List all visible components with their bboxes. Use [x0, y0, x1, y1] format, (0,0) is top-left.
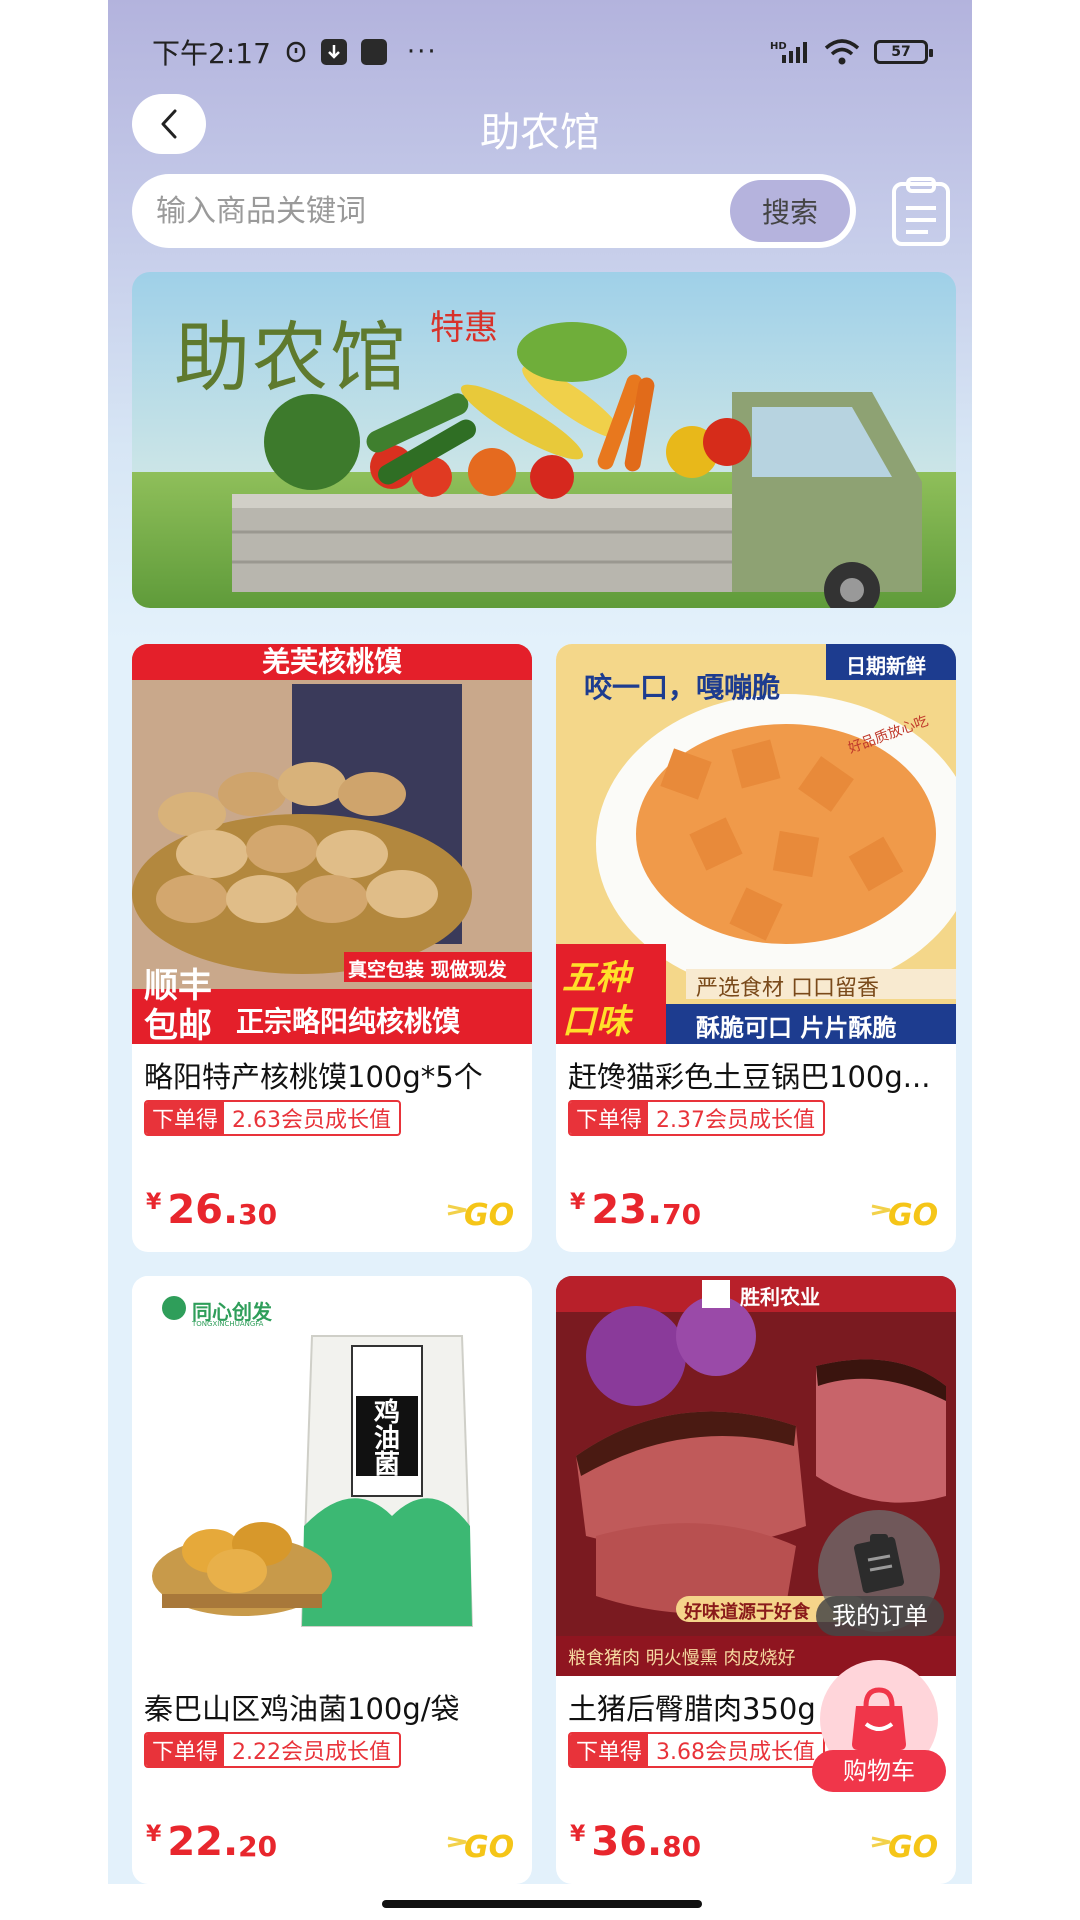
product-name: 略阳特产核桃馍100g*5个: [144, 1060, 483, 1094]
growth-badge: 下单得 2.63会员成长值: [144, 1100, 402, 1136]
image-caption-line-1: 严选食材 口口留香: [696, 976, 879, 1001]
image-caption-headline: 咬一口，嘎嘣脆: [584, 671, 781, 704]
svg-text:GO: GO: [464, 1830, 514, 1864]
more-notifications-icon: ···: [406, 37, 438, 67]
product-price: ¥ 22. 20: [146, 1820, 277, 1864]
product-price: ¥ 23. 70: [570, 1188, 701, 1232]
my-orders-label[interactable]: 我的订单: [816, 1596, 944, 1636]
image-caption-corner: 日期新鲜: [846, 654, 926, 678]
product-name: 赶馋猫彩色土豆锅巴100g...: [568, 1060, 931, 1094]
price-integer: 26.: [167, 1187, 239, 1233]
status-time: 下午2:17: [152, 37, 271, 70]
svg-text:GO: GO: [464, 1198, 514, 1232]
app-notification-icon: [360, 39, 387, 65]
wifi-icon: [824, 39, 860, 65]
growth-badge: 下单得 3.68会员成长值: [568, 1732, 826, 1768]
home-indicator[interactable]: [382, 1900, 702, 1908]
cart-label[interactable]: 购物车: [812, 1750, 946, 1792]
go-icon[interactable]: GO: [446, 1824, 522, 1864]
growth-badge: 下单得 2.22会员成长值: [144, 1732, 402, 1768]
go-icon[interactable]: GO: [870, 1824, 946, 1864]
image-caption-flavor-1: 五种: [562, 958, 630, 998]
product-price: ¥ 36. 80: [570, 1820, 701, 1864]
product-name: 秦巴山区鸡油菌100g/袋: [144, 1692, 460, 1726]
price-integer: 23.: [591, 1187, 663, 1233]
go-icon[interactable]: GO: [446, 1192, 522, 1232]
image-caption-ribbon: 好味道源于好食: [684, 1602, 810, 1623]
price-integer: 22.: [167, 1819, 239, 1865]
status-bar: 下午2:17 ··· HD 57: [152, 30, 933, 74]
left-letterbox: [0, 0, 108, 1920]
image-caption-bottom: 粮食猪肉 明火慢熏 肉皮烧好: [568, 1648, 796, 1669]
alarm-icon: [285, 37, 307, 67]
growth-tag: 下单得: [570, 1102, 649, 1134]
price-symbol: ¥: [146, 1190, 162, 1215]
cellular-signal-icon: HD: [770, 41, 807, 63]
promo-banner[interactable]: 助农馆 特惠: [132, 272, 956, 608]
search-input[interactable]: [156, 174, 656, 248]
image-caption-top: 羌芙核桃馍: [261, 645, 402, 678]
image-caption-flavor-2: 口味: [562, 1002, 630, 1042]
svg-text:GO: GO: [888, 1830, 938, 1864]
download-icon: [320, 39, 347, 65]
image-caption-bag: 鸡油菌: [373, 1398, 400, 1480]
product-card[interactable]: 羌芙核桃馍 真空包装 现做现发 顺丰 包邮 正宗略阳纯核桃馍 略阳特产核桃馍10…: [132, 644, 532, 1252]
growth-value: 2.63会员成长值: [232, 1108, 392, 1133]
svg-text:HD: HD: [770, 41, 787, 52]
growth-value: 3.68会员成长值: [656, 1740, 816, 1765]
price-symbol: ¥: [570, 1822, 586, 1847]
banner-subtitle: 特惠: [430, 308, 498, 348]
growth-tag: 下单得: [570, 1734, 649, 1766]
growth-tag: 下单得: [146, 1734, 225, 1766]
image-caption-shipping-2: 包邮: [144, 1006, 212, 1044]
price-integer: 36.: [591, 1819, 663, 1865]
product-card[interactable]: 同心创发 TONGXINCHUANGFA 鸡油菌 秦巴山区鸡油菌100g/袋 下…: [132, 1276, 532, 1884]
svg-text:GO: GO: [888, 1198, 938, 1232]
image-caption-line-2: 酥脆可口 片片酥脆: [696, 1014, 897, 1042]
right-letterbox: [972, 0, 1080, 1920]
battery-icon: 57: [874, 40, 933, 64]
search-bar: 搜索: [132, 174, 856, 248]
price-symbol: ¥: [146, 1822, 162, 1847]
price-symbol: ¥: [570, 1190, 586, 1215]
price-decimal: 30: [238, 1198, 278, 1231]
image-caption-brand-en: TONGXINCHUANGFA: [192, 1320, 264, 1328]
product-card[interactable]: 日期新鲜 咬一口，嘎嘣脆 好品质放心吃 五种 口味 严选食材 口口留香 酥脆可口…: [556, 644, 956, 1252]
go-icon[interactable]: GO: [870, 1192, 946, 1232]
price-decimal: 70: [662, 1198, 702, 1231]
growth-value: 2.22会员成长值: [232, 1740, 392, 1765]
growth-value: 2.37会员成长值: [656, 1108, 816, 1133]
product-image: 日期新鲜 咬一口，嘎嘣脆 好品质放心吃 五种 口味 严选食材 口口留香 酥脆可口…: [556, 644, 956, 1044]
product-image: 羌芙核桃馍 真空包装 现做现发 顺丰 包邮 正宗略阳纯核桃馍: [132, 644, 532, 1044]
price-decimal: 20: [238, 1830, 278, 1863]
growth-badge: 下单得 2.37会员成长值: [568, 1100, 826, 1136]
image-caption-bottom: 正宗略阳纯核桃馍: [236, 1005, 461, 1038]
price-decimal: 80: [662, 1830, 702, 1863]
banner-title: 助农馆: [174, 313, 408, 402]
image-caption-pack: 真空包装 现做现发: [348, 959, 507, 981]
product-image: 同心创发 TONGXINCHUANGFA 鸡油菌: [132, 1276, 532, 1676]
page-title: 助农馆: [480, 110, 600, 156]
product-price: ¥ 26. 30: [146, 1188, 277, 1232]
app-screen: 下午2:17 ··· HD 57 助农馆 搜索: [0, 0, 1080, 1920]
image-caption-brand: 胜利农业: [740, 1285, 820, 1309]
order-list-icon[interactable]: [888, 176, 954, 248]
search-button[interactable]: 搜索: [730, 180, 850, 242]
growth-tag: 下单得: [146, 1102, 225, 1134]
